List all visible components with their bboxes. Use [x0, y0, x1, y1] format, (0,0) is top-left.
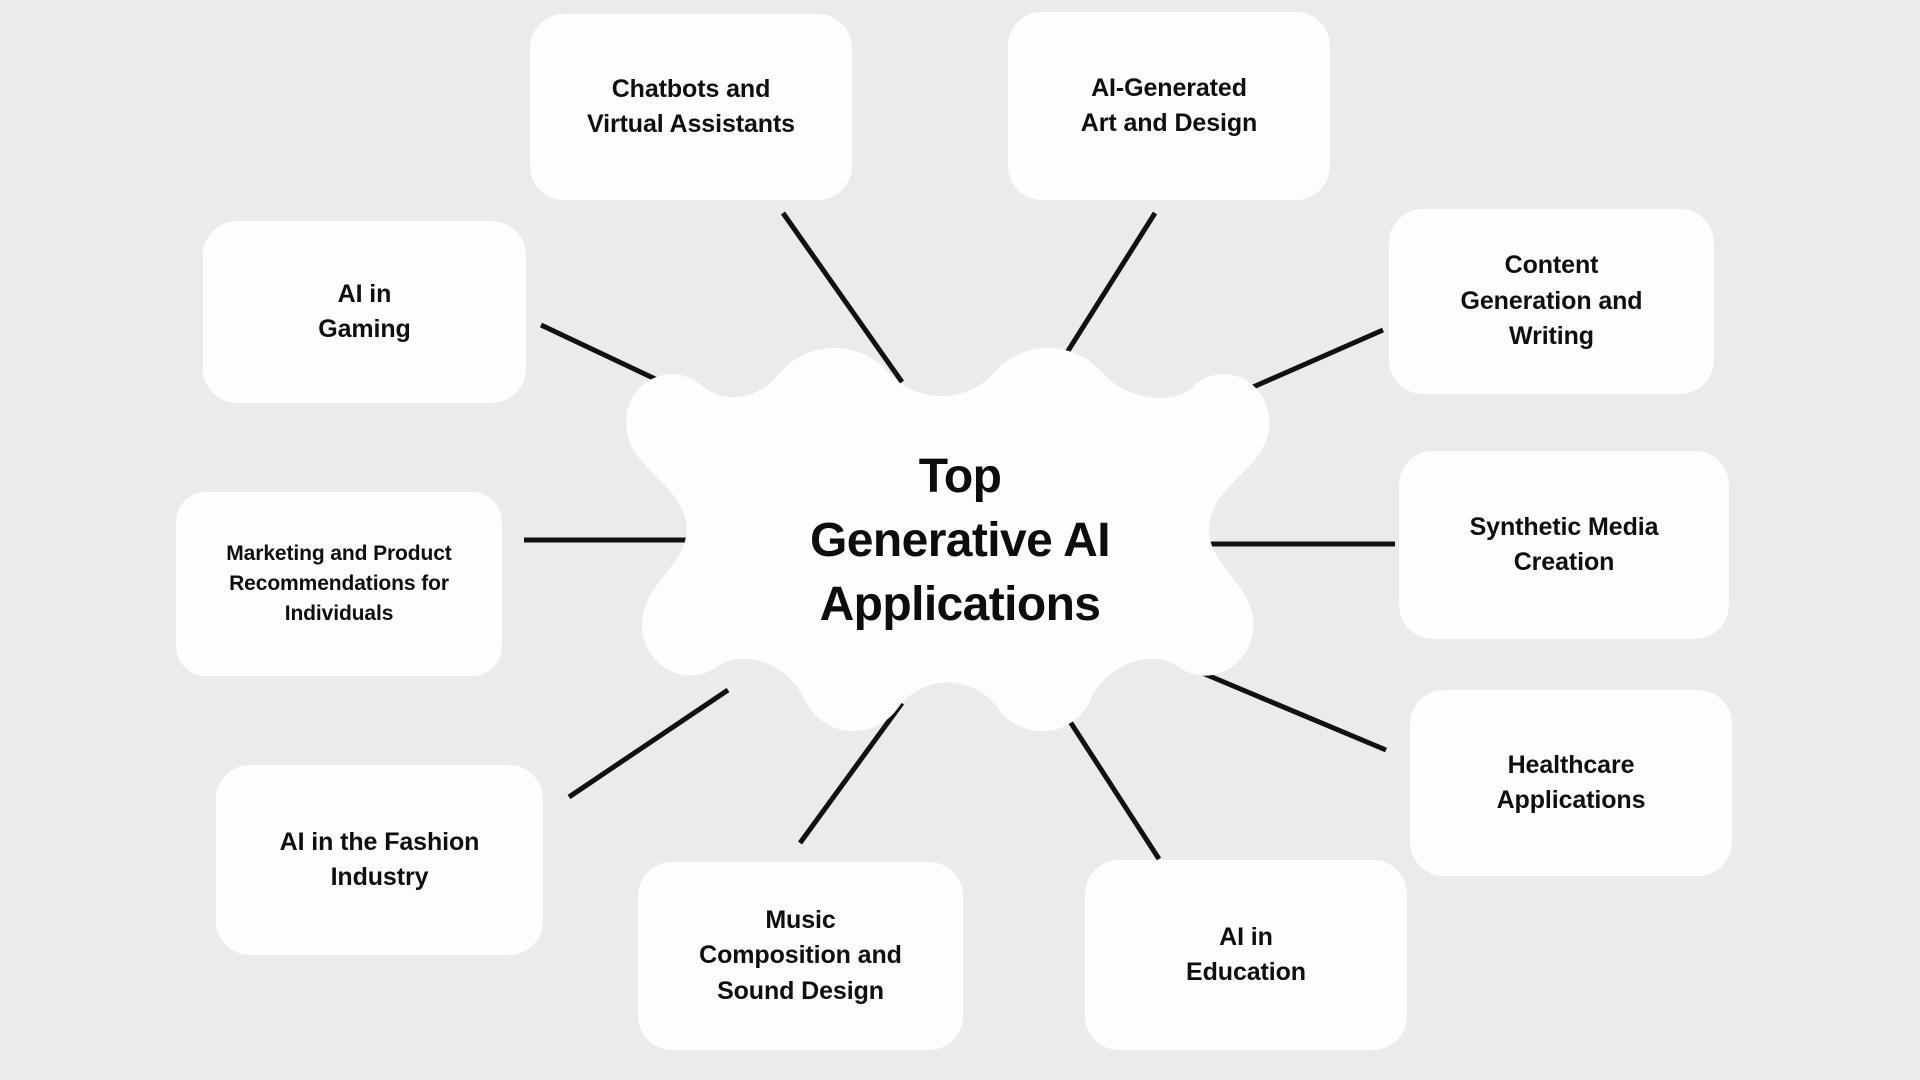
node-music-label: Music Composition and Sound Design [699, 905, 902, 1005]
node-content-label: Content Generation and Writing [1460, 251, 1643, 351]
connector-artdesign [1046, 211, 1158, 383]
connector-chatbots [780, 211, 905, 384]
connector-gaming [539, 322, 725, 414]
node-content-generation-and-writing[interactable]: Content Generation and Writing [1389, 209, 1714, 394]
connector-content [1201, 327, 1385, 412]
connector-music [797, 701, 905, 845]
mindmap-canvas: Top Generative AI Applications Chatbots … [0, 0, 1920, 1080]
connector-education [1055, 701, 1162, 861]
node-ai-in-the-fashion-industry[interactable]: AI in the Fashion Industry [216, 765, 543, 955]
center-node-title: Top Generative AI Applications [810, 450, 1110, 631]
node-healthcare-label: Healthcare Applications [1496, 750, 1646, 815]
node-artdesign-label: AI-Generated Art and Design [1080, 73, 1258, 138]
node-healthcare-applications[interactable]: Healthcare Applications [1410, 690, 1732, 876]
connector-fashion [567, 687, 730, 800]
node-education-label: AI in Education [1186, 922, 1306, 987]
node-marketing-and-product-recommendations[interactable]: Marketing and Product Recommendations fo… [176, 492, 502, 676]
node-chatbots[interactable]: Chatbots and Virtual Assistants [530, 14, 852, 200]
node-chatbots-label: Chatbots and Virtual Assistants [586, 74, 795, 139]
node-gaming-label: AI in Gaming [318, 279, 411, 344]
node-synthetic-label: Synthetic Media Creation [1469, 512, 1659, 577]
node-music-composition-and-sound-design[interactable]: Music Composition and Sound Design [638, 862, 963, 1050]
node-fashion-label: AI in the Fashion Industry [279, 827, 480, 892]
node-marketing-label: Marketing and Product Recommendations fo… [226, 542, 452, 625]
node-ai-in-education[interactable]: AI in Education [1085, 860, 1407, 1050]
node-synthetic-media-creation[interactable]: Synthetic Media Creation [1399, 451, 1729, 639]
node-ai-in-gaming[interactable]: AI in Gaming [203, 221, 526, 403]
node-ai-generated-art-and-design[interactable]: AI-Generated Art and Design [1008, 12, 1330, 200]
connector-healthcare [1199, 669, 1387, 753]
